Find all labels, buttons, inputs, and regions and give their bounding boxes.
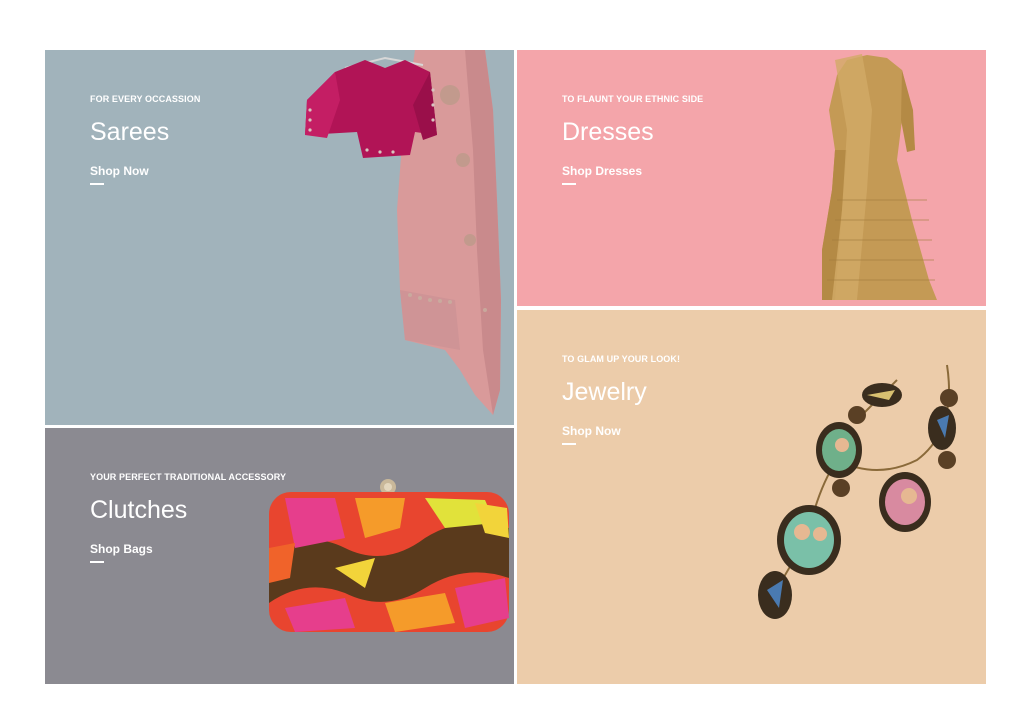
necklace-image xyxy=(517,310,986,684)
sarees-eyebrow: FOR EVERY OCCASSION xyxy=(90,94,201,104)
sarees-title: Sarees xyxy=(90,118,170,146)
jewelry-link-underline xyxy=(562,443,576,445)
clutches-tile[interactable]: YOUR PERFECT TRADITIONAL ACCESSORY Clutc… xyxy=(45,428,514,684)
sarees-link-underline xyxy=(90,183,104,185)
dresses-link-underline xyxy=(562,183,576,185)
dresses-title: Dresses xyxy=(562,118,654,146)
shop-bags-link[interactable]: Shop Bags xyxy=(90,542,153,556)
dress-image xyxy=(517,50,986,306)
jewelry-title: Jewelry xyxy=(562,378,647,406)
jewelry-eyebrow: TO GLAM UP YOUR LOOK! xyxy=(562,354,681,364)
sarees-tile[interactable]: FOR EVERY OCCASSION Sarees Shop Now xyxy=(45,50,514,425)
jewelry-tile[interactable]: TO GLAM UP YOUR LOOK! Jewelry Shop Now xyxy=(517,310,986,684)
dresses-tile[interactable]: TO FLAUNT YOUR ETHNIC SIDE Dresses Shop … xyxy=(517,50,986,306)
clutches-title: Clutches xyxy=(90,496,188,524)
shop-sarees-link[interactable]: Shop Now xyxy=(90,164,149,178)
clutches-link-underline xyxy=(90,561,104,563)
saree-image xyxy=(45,50,514,425)
shop-dresses-link[interactable]: Shop Dresses xyxy=(562,164,642,178)
shop-jewelry-link[interactable]: Shop Now xyxy=(562,424,621,438)
dresses-eyebrow: TO FLAUNT YOUR ETHNIC SIDE xyxy=(562,94,704,104)
clutches-eyebrow: YOUR PERFECT TRADITIONAL ACCESSORY xyxy=(90,472,287,482)
clutch-image xyxy=(45,428,514,684)
